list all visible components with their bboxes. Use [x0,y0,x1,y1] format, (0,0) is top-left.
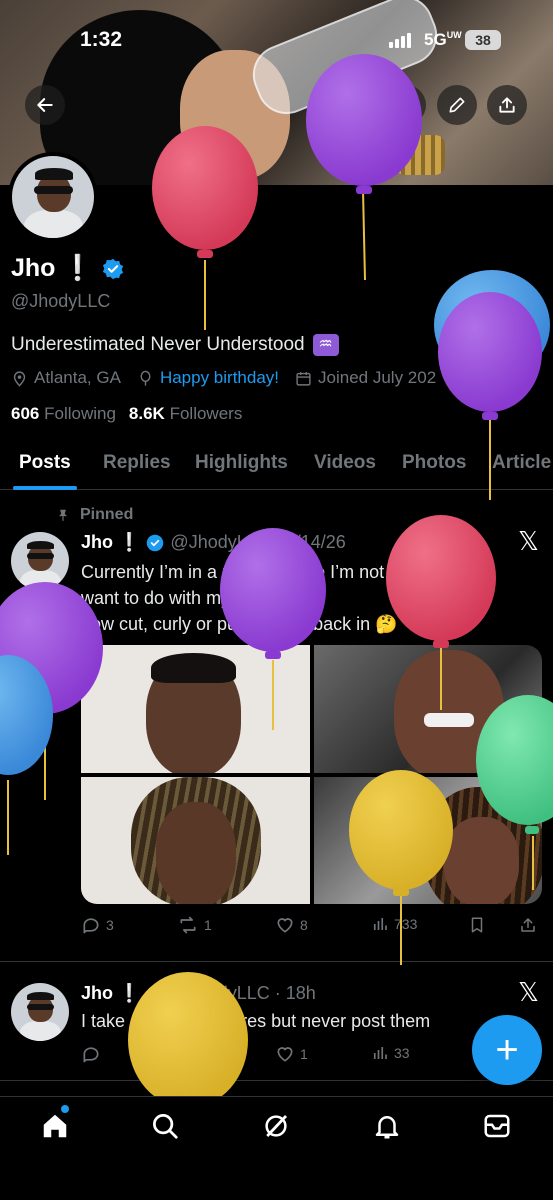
balloon-green [476,695,553,890]
balloon-red [152,126,258,330]
bottom-navigation [0,1096,553,1200]
balloon-purple [438,292,542,500]
birthday-balloons-overlay [0,54,553,1100]
balloon-purple [306,54,422,281]
home-icon[interactable] [40,1111,70,1141]
search-icon[interactable] [150,1111,180,1141]
balloon-purple [220,528,326,730]
balloon-red [386,515,496,710]
balloon-yellow [128,972,248,1100]
bell-icon[interactable] [372,1111,402,1141]
messages-icon[interactable] [482,1111,512,1141]
balloon-yellow [349,770,453,965]
compose-post-button[interactable]: + [472,1015,542,1085]
plus-icon: + [495,1028,519,1072]
grok-icon[interactable] [261,1111,291,1141]
